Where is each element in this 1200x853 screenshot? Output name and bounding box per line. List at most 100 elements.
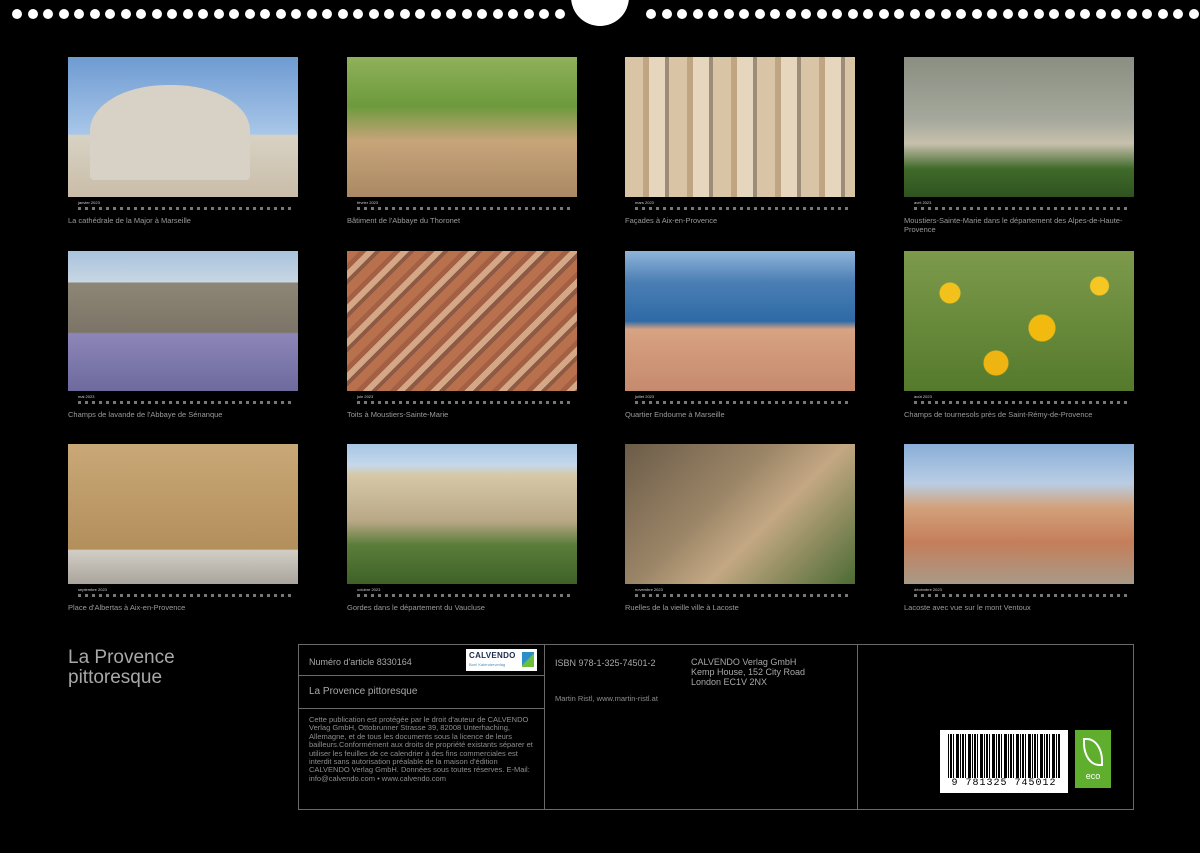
eco-label: eco — [1085, 771, 1101, 781]
binding-hole — [971, 9, 982, 19]
photo-march — [625, 57, 855, 197]
isbn: ISBN 978-1-325-74501-2 — [555, 658, 656, 668]
binding-hole — [863, 9, 873, 19]
title-line-1: La Provence — [68, 647, 175, 668]
binding-hole — [244, 9, 255, 19]
binding-hole — [723, 9, 734, 19]
info-column-left: Numéro d'article 8330164 CALVENDO Bon! K… — [299, 645, 545, 809]
logo-subtext: Bon! Kalenderverlag — [469, 662, 506, 667]
binding-hole — [1111, 9, 1121, 19]
binding-hole — [213, 9, 224, 19]
binding-hole — [677, 9, 687, 19]
calendar-days — [635, 207, 851, 210]
photo-september — [68, 444, 298, 584]
binding-hole — [275, 9, 286, 19]
photo-november — [625, 444, 855, 584]
month-label: mai 2023 — [78, 394, 95, 399]
caption-january: La cathédrale de la Major à Marseille — [68, 216, 191, 225]
binding-hole — [198, 9, 208, 19]
binding-hole — [1095, 9, 1106, 19]
photo-january — [68, 57, 298, 197]
binding-hole — [956, 9, 966, 19]
month-label: février 2023 — [357, 200, 379, 205]
binding-hole — [1049, 9, 1059, 19]
month-tile-february: février 2023 Bâtiment de l'Abbaye du Tho… — [347, 57, 577, 226]
month-tile-december: décembre 2023 Lacoste avec vue sur le mo… — [904, 444, 1134, 613]
mini-calendar-april: avril 2023 — [904, 199, 1134, 215]
binding-hole — [353, 9, 363, 19]
calendar-days — [914, 401, 1130, 404]
caption-february: Bâtiment de l'Abbaye du Thoronet — [347, 216, 461, 225]
month-label: novembre 2023 — [635, 587, 663, 592]
binding-hole — [260, 9, 270, 19]
month-tile-may: mai 2023 Champs de lavande de l'Abbaye d… — [68, 251, 298, 420]
caption-may: Champs de lavande de l'Abbaye de Sénanqu… — [68, 410, 223, 419]
binding-hole — [1173, 9, 1183, 19]
binding-hole — [384, 9, 394, 19]
binding-hole — [120, 9, 131, 19]
binding-hole — [785, 9, 796, 19]
article-number: Numéro d'article 8330164 — [309, 657, 412, 667]
calendar-days — [914, 594, 1130, 597]
binding-hole — [816, 9, 827, 19]
binding-hole — [770, 9, 780, 19]
calendar-subtitle: La Provence pittoresque — [309, 686, 418, 697]
binding-hole — [415, 9, 425, 19]
logo-text: CALVENDO — [469, 651, 516, 660]
photo-february — [347, 57, 577, 197]
calendar-days — [635, 401, 851, 404]
month-tile-june: juin 2023 Toits à Moustiers-Sainte-Marie — [347, 251, 577, 420]
binding-hole — [337, 9, 348, 19]
caption-july: Quartier Endoume à Marseille — [625, 410, 725, 419]
publisher-city: London EC1V 2NX — [691, 677, 768, 687]
caption-september: Place d'Albertas à Aix-en-Provence — [68, 603, 186, 612]
binding-hole — [446, 9, 456, 19]
calvendo-logo: CALVENDO Bon! Kalenderverlag — [466, 649, 537, 671]
binding-hole — [368, 9, 379, 19]
publication-info-box: Numéro d'article 8330164 CALVENDO Bon! K… — [298, 644, 1134, 810]
barcode-bars — [948, 734, 1060, 778]
photo-december — [904, 444, 1134, 584]
photo-july — [625, 251, 855, 391]
binding-hole — [754, 9, 765, 19]
binding-hole — [1080, 9, 1090, 19]
binding-hole — [12, 9, 22, 19]
caption-march: Façades à Aix-en-Provence — [625, 216, 718, 225]
wire-binding — [0, 0, 1200, 30]
calendar-days — [357, 401, 573, 404]
month-tile-march: mars 2023 Façades à Aix-en-Provence — [625, 57, 855, 226]
binding-hole — [492, 9, 503, 19]
calendar-days — [78, 401, 294, 404]
binding-hole — [27, 9, 38, 19]
mini-calendar-august: août 2023 — [904, 393, 1134, 409]
month-label: juin 2023 — [357, 394, 374, 399]
binding-hole — [1064, 9, 1075, 19]
binding-hole — [940, 9, 951, 19]
month-label: août 2023 — [914, 394, 932, 399]
binding-hole — [306, 9, 317, 19]
mini-calendar-december: décembre 2023 — [904, 586, 1134, 602]
publisher-address: CALVENDO Verlag GmbH Kemp House, 152 Cit… — [691, 657, 805, 687]
binding-hole — [801, 9, 811, 19]
binding-hole — [229, 9, 239, 19]
binding-hole — [74, 9, 84, 19]
binding-hole — [646, 9, 656, 19]
binding-hole — [1018, 9, 1028, 19]
binding-hole — [692, 9, 703, 19]
binding-hole — [1142, 9, 1152, 19]
photo-may — [68, 251, 298, 391]
binding-hole — [477, 9, 487, 19]
calendar-days — [914, 207, 1130, 210]
caption-november: Ruelles de la vieille ville à Lacoste — [625, 603, 739, 612]
photo-april — [904, 57, 1134, 197]
hanger-cutout — [571, 0, 629, 26]
month-label: septembre 2023 — [78, 587, 107, 592]
caption-august: Champs de tournesols près de Saint-Rémy-… — [904, 410, 1093, 419]
mini-calendar-may: mai 2023 — [68, 393, 298, 409]
binding-hole — [461, 9, 472, 19]
binding-hole — [1157, 9, 1168, 19]
binding-hole — [708, 9, 718, 19]
calendar-days — [635, 594, 851, 597]
mini-calendar-february: février 2023 — [347, 199, 577, 215]
month-tile-october: octobre 2023 Gordes dans le département … — [347, 444, 577, 613]
